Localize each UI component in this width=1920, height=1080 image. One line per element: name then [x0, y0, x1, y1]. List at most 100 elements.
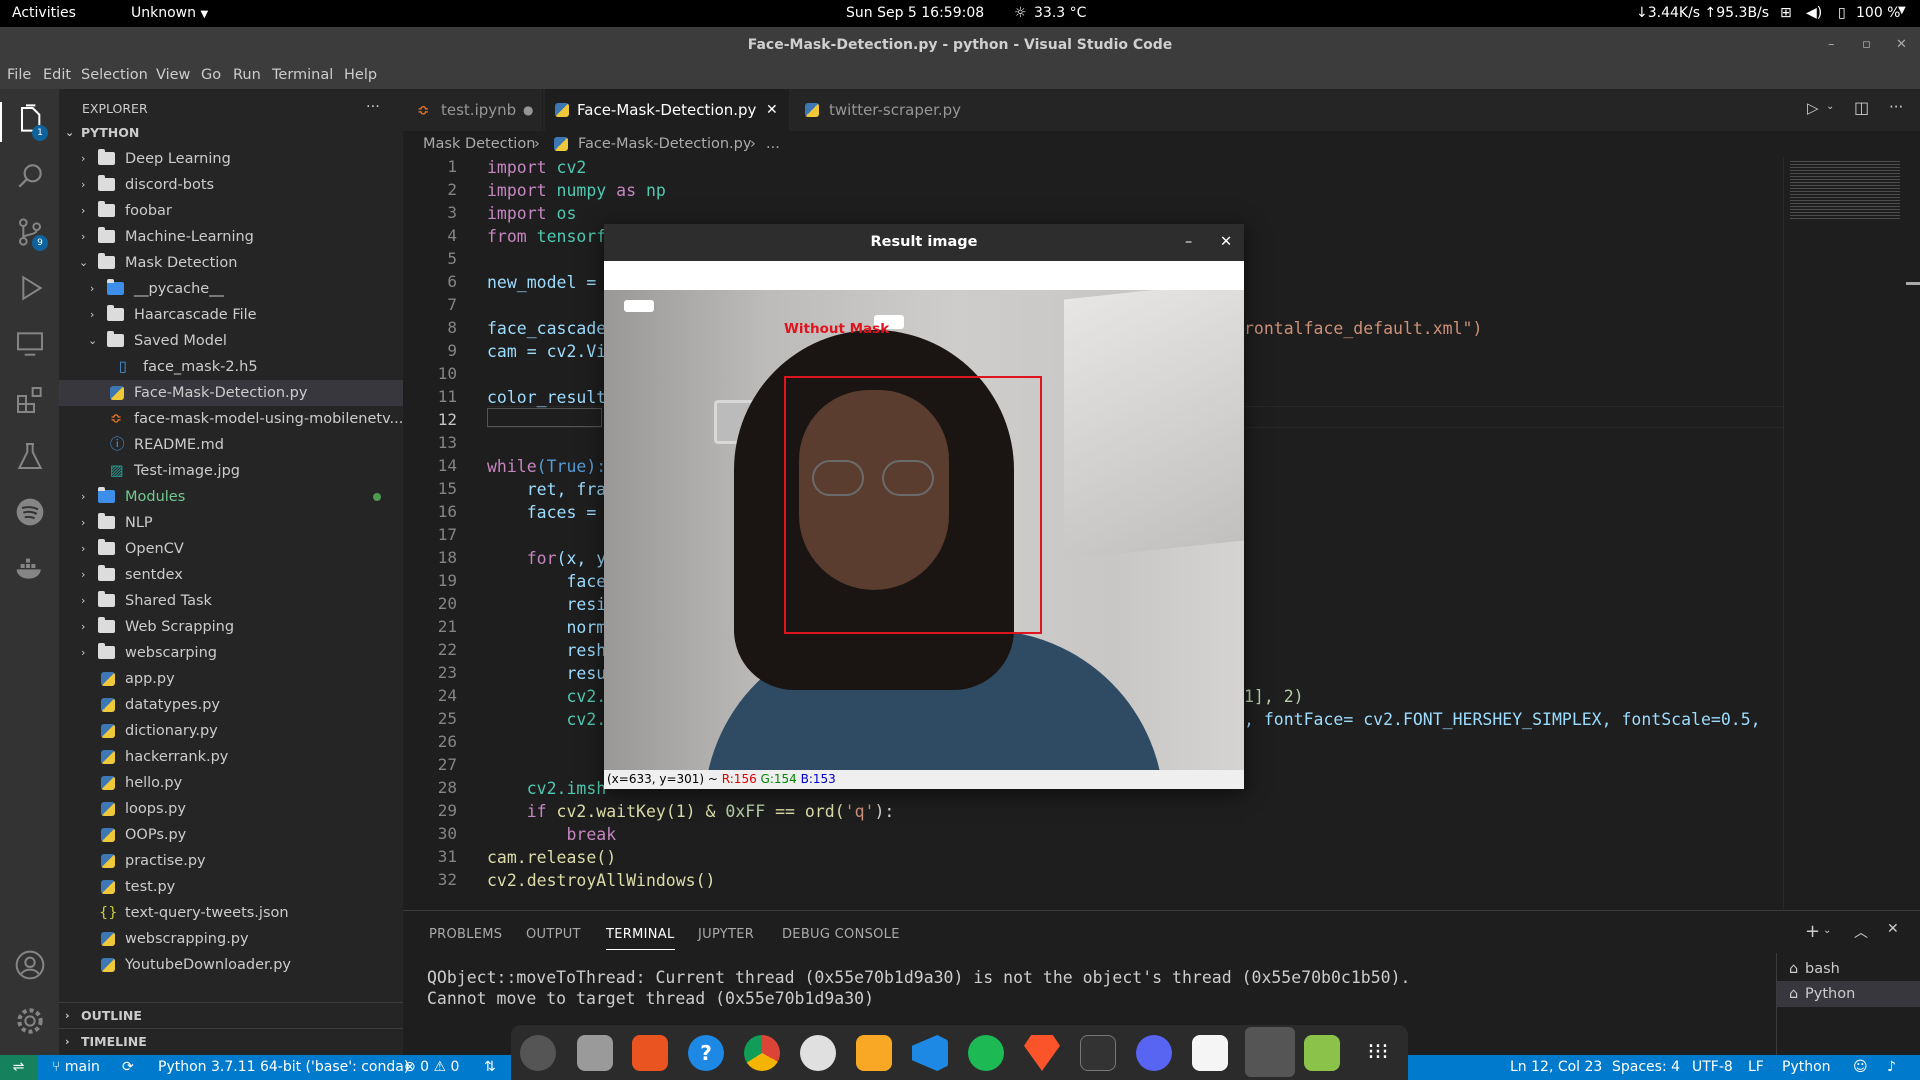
battery-icon[interactable]: ▯ [1838, 5, 1846, 21]
close-tab-icon[interactable]: ✕ [766, 89, 778, 131]
menu-help[interactable]: Help [344, 67, 377, 83]
maximize-icon[interactable]: ▫ [1862, 27, 1871, 63]
show-apps-grid-icon[interactable]: ⁝⁝⁝ [1360, 1035, 1396, 1071]
extensions-icon[interactable] [14, 384, 46, 416]
webcam-frame[interactable]: Without Mask [604, 290, 1244, 770]
panel-tab-problems[interactable]: PROBLEMS [429, 927, 502, 942]
breadcrumb-more[interactable]: ... [766, 131, 780, 157]
result-image-window[interactable]: Result image – ✕ Without Mask (x=633, y=… [604, 224, 1244, 789]
trash-icon[interactable] [1304, 1035, 1340, 1071]
menu-edit[interactable]: Edit [43, 67, 71, 83]
chrome-icon[interactable] [744, 1035, 780, 1071]
run-debug-icon[interactable] [14, 272, 46, 304]
tree-folder[interactable]: › Haarcascade File [59, 302, 403, 328]
tree-file[interactable]: dictionary.py [59, 718, 403, 744]
result-window-titlebar[interactable]: Result image – ✕ [604, 224, 1244, 261]
maximize-panel-icon[interactable]: ︿ [1854, 922, 1868, 942]
app-menu[interactable]: Unknown ▼ [131, 5, 208, 21]
text-editor-icon[interactable] [1192, 1035, 1228, 1071]
tree-file[interactable]: loops.py [59, 796, 403, 822]
breadcrumb-file[interactable]: Face-Mask-Detection.py [578, 131, 751, 157]
notifications-bell-icon[interactable]: ♪ [1887, 1055, 1896, 1080]
terminal-item-bash[interactable]: ⌂ bash [1777, 958, 1920, 980]
spotify-icon[interactable] [14, 496, 46, 528]
feedback-icon[interactable]: ☺ [1853, 1055, 1868, 1080]
sync-icon[interactable]: ⟳ [122, 1055, 134, 1080]
python-interpreter[interactable]: Python 3.7.11 64-bit ('base': conda) [158, 1055, 409, 1080]
branch-indicator[interactable]: ⑂ main [52, 1055, 100, 1080]
tab-face-mask-detection[interactable]: Face-Mask-Detection.py ✕ [545, 89, 789, 131]
clock[interactable]: Sun Sep 5 16:59:08 [846, 5, 984, 21]
tree-file[interactable]: ≎ face-mask-model-using-mobilenetv... [59, 406, 403, 432]
tree-file[interactable]: YoutubeDownloader.py [59, 952, 403, 978]
tree-file[interactable]: ▯ face_mask-2.h5 [59, 354, 403, 380]
accounts-icon[interactable] [14, 949, 46, 981]
remote-indicator-icon[interactable]: ⇌ [0, 1055, 37, 1080]
language-mode[interactable]: Python [1782, 1055, 1831, 1080]
tree-folder[interactable]: › __pycache__ [59, 276, 403, 302]
remote-explorer-icon[interactable] [14, 328, 46, 360]
tree-file[interactable]: ⓘ README.md [59, 432, 403, 458]
tree-file[interactable]: test.py [59, 874, 403, 900]
tree-file[interactable]: practise.py [59, 848, 403, 874]
eye-app-icon[interactable] [800, 1035, 836, 1071]
menu-file[interactable]: File [7, 67, 31, 83]
tree-folder-open[interactable]: ⌄ Saved Model [59, 328, 403, 354]
help-icon[interactable]: ? [688, 1035, 724, 1071]
tree-folder-open[interactable]: ⌄ Mask Detection [59, 250, 403, 276]
chevron-down-icon[interactable]: ⌄ [1826, 101, 1834, 112]
explorer-more-button[interactable]: ··· [366, 94, 380, 120]
menu-run[interactable]: Run [233, 67, 261, 83]
testing-flask-icon[interactable] [14, 440, 46, 472]
minimize-icon[interactable]: – [1185, 224, 1192, 261]
run-file-icon[interactable]: ▷ [1807, 99, 1819, 117]
tree-folder[interactable]: › Deep Learning [59, 146, 403, 172]
tree-folder[interactable]: › Machine-Learning [59, 224, 403, 250]
split-editor-icon[interactable]: ◫ [1854, 98, 1869, 117]
tree-folder[interactable]: › sentdex [59, 562, 403, 588]
menu-view[interactable]: View [156, 67, 190, 83]
tree-folder[interactable]: › Modules [59, 484, 403, 510]
settings-gear-icon[interactable] [14, 1005, 46, 1037]
brave-icon[interactable] [1024, 1035, 1060, 1071]
network-icon[interactable]: ⊞ [1780, 5, 1792, 21]
discord-icon[interactable] [1136, 1035, 1172, 1071]
search-icon[interactable] [14, 160, 46, 192]
new-terminal-icon[interactable]: + [1805, 921, 1820, 942]
end-of-line[interactable]: LF [1748, 1055, 1764, 1080]
tree-folder[interactable]: › Web Scrapping [59, 614, 403, 640]
tree-folder[interactable]: › foobar [59, 198, 403, 224]
panel-tab-terminal[interactable]: TERMINAL [606, 927, 675, 950]
tree-folder[interactable]: › webscarping [59, 640, 403, 666]
encoding[interactable]: UTF-8 [1692, 1055, 1733, 1080]
workspace-root[interactable]: ⌄ PYTHON [59, 120, 403, 146]
panel-tab-debug-console[interactable]: DEBUG CONSOLE [782, 927, 900, 942]
tree-folder[interactable]: › OpenCV [59, 536, 403, 562]
close-icon[interactable]: ✕ [1220, 224, 1232, 261]
tree-file[interactable]: {} text-query-tweets.json [59, 900, 403, 926]
tree-file-selected[interactable]: Face-Mask-Detection.py [59, 380, 403, 406]
tree-file[interactable]: webscrapping.py [59, 926, 403, 952]
docker-icon[interactable] [14, 552, 46, 584]
vscode-icon[interactable] [912, 1035, 948, 1071]
files-icon[interactable] [577, 1035, 613, 1071]
menu-go[interactable]: Go [201, 67, 221, 83]
spotify-icon[interactable] [968, 1035, 1004, 1071]
activities-button[interactable]: Activities [12, 5, 76, 21]
tree-file[interactable]: hello.py [59, 770, 403, 796]
minimap[interactable] [1783, 157, 1920, 909]
indentation[interactable]: Spaces: 4 [1612, 1055, 1680, 1080]
terminal-item-python[interactable]: ⌂ Python [1777, 981, 1920, 1007]
panel-tab-output[interactable]: OUTPUT [526, 927, 581, 942]
tree-file[interactable]: datatypes.py [59, 692, 403, 718]
problems-count[interactable]: ⊗ 0 ⚠ 0 [404, 1055, 459, 1080]
breadcrumb-folder[interactable]: Mask Detection [423, 131, 535, 157]
app-store-icon[interactable] [632, 1035, 668, 1071]
notes-app-icon[interactable] [856, 1035, 892, 1071]
timeline-section[interactable]: › TIMELINE [59, 1028, 403, 1054]
close-window-icon[interactable]: ✕ [1896, 27, 1907, 63]
system-monitor-icon[interactable] [1080, 1035, 1116, 1071]
tab-twitter-scraper[interactable]: twitter-scraper.py [791, 89, 971, 131]
close-panel-icon[interactable]: ✕ [1887, 921, 1899, 937]
live-share-icon[interactable]: ⇅ [484, 1055, 496, 1080]
